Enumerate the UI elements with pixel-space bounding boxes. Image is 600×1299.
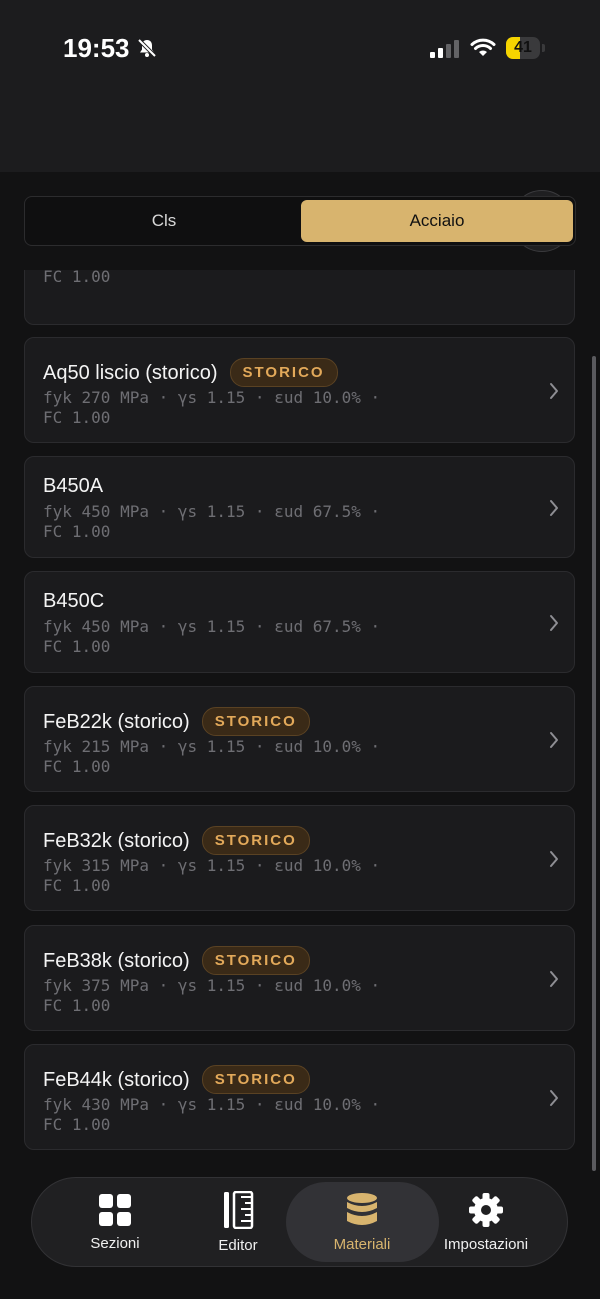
- material-fc-line: FC 1.00: [43, 1115, 111, 1134]
- segment-cls[interactable]: Cls: [29, 200, 299, 242]
- chevron-right-icon: [549, 850, 559, 873]
- historic-badge: STORICO: [201, 707, 310, 736]
- material-name: FeB44k (storico): [43, 1069, 190, 1091]
- material-card[interactable]: FeB32k (storico) STORICO fyk 315 MPa · γs …: [24, 805, 575, 911]
- chevron-right-icon: [549, 382, 559, 405]
- status-time: 19:53: [63, 33, 130, 63]
- wifi-icon: [470, 37, 496, 62]
- status-bar: 19:53 41: [0, 0, 600, 96]
- scrollbar[interactable]: [592, 356, 596, 1171]
- grid-icon: [99, 1193, 131, 1226]
- chevron-right-icon: [549, 970, 559, 993]
- ruler-icon: [224, 1190, 254, 1229]
- tab-impostazioni[interactable]: Impostazioni: [426, 1178, 546, 1266]
- material-fc-line: FC 1.00: [43, 408, 111, 427]
- material-title: FeB32k (storico) STORICO: [43, 826, 310, 855]
- tab-materiali[interactable]: Materiali: [302, 1178, 422, 1266]
- material-spec-line: fyk 450 MPa · γs 1.15 · εud 67.5% ·: [43, 617, 381, 636]
- material-name: B450C: [43, 590, 105, 612]
- material-fc-line: FC 1.00: [43, 757, 111, 776]
- material-title: FeB38k (storico) STORICO: [43, 946, 310, 975]
- material-spec-line: fyk 450 MPa · γs 1.15 · εud 67.5% ·: [43, 502, 381, 521]
- header: [0, 96, 600, 252]
- material-card[interactable]: fyk 230 MPa · γs 1.15 · εud 10.0% ·FC 1.…: [24, 270, 575, 325]
- historic-badge: STORICO: [229, 358, 338, 387]
- battery-icon: 41: [506, 37, 540, 59]
- tab-label: Sezioni: [90, 1234, 140, 1252]
- chevron-right-icon: [549, 499, 559, 522]
- material-title: B450A: [43, 475, 103, 498]
- material-name: FeB22k (storico): [43, 711, 190, 733]
- tab-label: Editor: [218, 1236, 258, 1254]
- bell-muted-icon: [136, 37, 158, 64]
- material-card[interactable]: FeB22k (storico) STORICO fyk 215 MPa · γs …: [24, 686, 575, 792]
- material-name: FeB32k (storico): [43, 830, 190, 852]
- material-name: B450A: [43, 475, 104, 497]
- material-spec-line: fyk 315 MPa · γs 1.15 · εud 10.0% ·: [43, 856, 381, 875]
- historic-badge: STORICO: [201, 946, 310, 975]
- material-fc-line: FC 1.00: [43, 270, 111, 286]
- material-title: B450C: [43, 590, 104, 613]
- tab-label: Impostazioni: [443, 1235, 529, 1253]
- historic-badge: STORICO: [201, 1065, 310, 1094]
- gear-icon: [469, 1192, 503, 1227]
- material-fc-line: FC 1.00: [43, 876, 111, 895]
- historic-badge: STORICO: [201, 826, 310, 855]
- material-title: Aq50 liscio (storico) STORICO: [43, 358, 338, 387]
- material-fc-line: FC 1.00: [43, 522, 111, 541]
- battery-tip: [542, 44, 545, 52]
- tab-label: Materiali: [333, 1235, 391, 1253]
- chevron-right-icon: [549, 731, 559, 754]
- material-card[interactable]: B450C fyk 450 MPa · γs 1.15 · εud 67.5% ·…: [24, 571, 575, 673]
- material-type-segmented-control: Cls Acciaio: [24, 196, 576, 246]
- database-icon: [347, 1192, 377, 1225]
- battery-percent: 41: [514, 39, 532, 56]
- material-card[interactable]: B450A fyk 450 MPa · γs 1.15 · εud 67.5% ·…: [24, 456, 575, 558]
- material-title: FeB44k (storico) STORICO: [43, 1065, 310, 1094]
- material-spec-line: fyk 270 MPa · γs 1.15 · εud 10.0% ·: [43, 388, 381, 407]
- material-name: FeB38k (storico): [43, 950, 190, 972]
- cellular-signal-icon: [430, 40, 460, 63]
- material-fc-line: FC 1.00: [43, 637, 111, 656]
- chevron-right-icon: [549, 1089, 559, 1112]
- material-spec-line: fyk 430 MPa · γs 1.15 · εud 10.0% ·: [43, 1095, 381, 1114]
- material-card[interactable]: Aq50 liscio (storico) STORICO fyk 270 MPa …: [24, 337, 575, 443]
- material-card[interactable]: FeB44k (storico) STORICO fyk 430 MPa · γs …: [24, 1044, 575, 1150]
- material-title: FeB22k (storico) STORICO: [43, 707, 310, 736]
- tab-bar: Sezioni Editor Materiali Impostazioni: [31, 1177, 568, 1267]
- chevron-right-icon: [549, 614, 559, 637]
- segment-acciaio[interactable]: Acciaio: [301, 200, 573, 242]
- material-fc-line: FC 1.00: [43, 996, 111, 1015]
- material-name: Aq50 liscio (storico): [43, 362, 218, 384]
- tab-sezioni[interactable]: Sezioni: [55, 1178, 175, 1266]
- material-card[interactable]: FeB38k (storico) STORICO fyk 375 MPa · γs …: [24, 925, 575, 1031]
- tab-editor[interactable]: Editor: [178, 1178, 298, 1266]
- material-spec-line: fyk 375 MPa · γs 1.15 · εud 10.0% ·: [43, 976, 381, 995]
- material-list[interactable]: fyk 230 MPa · γs 1.15 · εud 10.0% ·FC 1.…: [0, 270, 600, 1160]
- material-spec-line: fyk 215 MPa · γs 1.15 · εud 10.0% ·: [43, 737, 381, 756]
